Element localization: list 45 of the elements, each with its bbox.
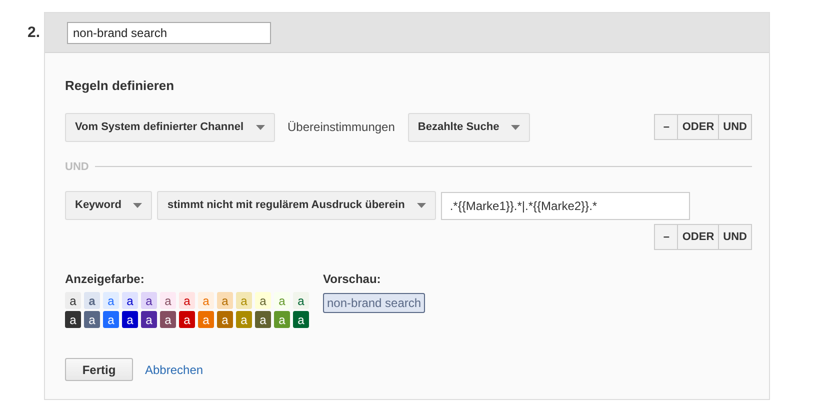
color-swatch[interactable]: a (255, 311, 271, 328)
dropdown[interactable]: stimmt nicht mit regulärem Ausdruck überein (157, 191, 436, 220)
color-swatch[interactable]: a (217, 311, 233, 328)
caret-icon (133, 203, 142, 208)
rule-button[interactable]: ODER (677, 114, 720, 140)
color-swatch[interactable]: a (65, 292, 81, 309)
step-number: 2. (27, 23, 40, 43)
color-swatch[interactable]: a (122, 292, 138, 309)
preview-label-chip: non-brand search (323, 293, 426, 313)
color-swatch[interactable]: a (293, 292, 309, 309)
color-label: Anzeigefarbe: (65, 271, 146, 288)
section-title: Regeln definieren (65, 77, 176, 95)
preview-label: Vorschau: (323, 271, 382, 288)
caret-icon (511, 124, 520, 130)
color-swatch[interactable]: a (293, 311, 309, 328)
color-swatch[interactable]: a (179, 292, 195, 309)
color-swatch[interactable]: a (103, 311, 119, 328)
separator-label: UND (65, 160, 89, 174)
rule-button[interactable]: – (654, 224, 678, 250)
rule-button[interactable]: UND (718, 114, 752, 140)
color-swatch[interactable]: a (122, 311, 138, 328)
done-button[interactable]: Fertig (65, 358, 133, 381)
cancel-link[interactable]: Abbrechen (145, 360, 204, 378)
color-swatch[interactable]: a (179, 311, 195, 328)
dropdown[interactable]: Vom System definierter Channel (65, 112, 275, 142)
color-swatch[interactable]: a (141, 292, 157, 309)
rule-button[interactable]: – (654, 114, 678, 140)
value-field[interactable]: .*{{Marke1}}.*|.*{{Marke2}}.* (440, 192, 690, 220)
name-field[interactable]: non-brand search (67, 22, 271, 44)
color-swatch[interactable]: a (141, 311, 157, 328)
color-swatch[interactable]: a (103, 292, 119, 309)
color-swatch[interactable]: a (65, 311, 81, 328)
color-swatch[interactable]: a (160, 311, 176, 328)
color-swatch[interactable]: a (255, 292, 271, 309)
color-swatch[interactable]: a (274, 311, 290, 328)
color-swatch[interactable]: a (84, 292, 100, 309)
operator-label: Übereinstimmungen (286, 119, 396, 136)
rule-button[interactable]: UND (718, 224, 752, 250)
dropdown[interactable]: Bezahlte Suche (408, 112, 530, 142)
color-swatch[interactable]: a (84, 311, 100, 328)
dropdown[interactable]: Keyword (65, 191, 152, 220)
color-swatch[interactable]: a (160, 292, 176, 309)
caret-icon (416, 203, 426, 208)
caret-icon (256, 124, 265, 130)
rule-button[interactable]: ODER (677, 224, 720, 250)
